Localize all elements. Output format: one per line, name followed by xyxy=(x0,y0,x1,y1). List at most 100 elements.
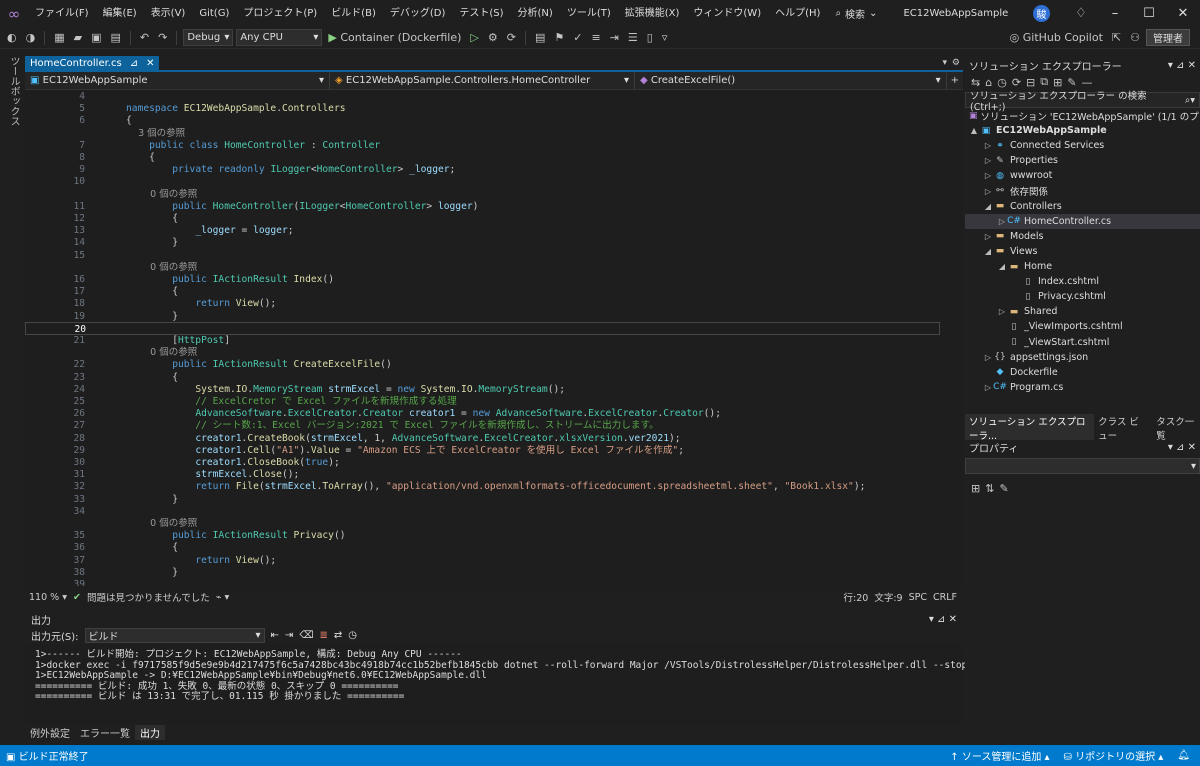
clock-icon[interactable]: ◷ xyxy=(348,630,357,641)
code-line[interactable]: 26 AdvanceSoftware.ExcelCreator.Creator … xyxy=(25,407,940,420)
code-line[interactable]: 0 個の参照 xyxy=(25,346,940,359)
goto-prev-icon[interactable]: ⇤ xyxy=(271,630,279,641)
expand-icon[interactable]: ▷ xyxy=(997,217,1007,226)
code-line[interactable]: 22 public IActionResult CreateExcelFile(… xyxy=(25,358,940,371)
code-line[interactable]: 25 // ExcelCretor で Excel ファイルを新規作成する処理 xyxy=(25,395,940,408)
properties-object-select[interactable]: ▾ xyxy=(965,458,1200,474)
codelens-reference[interactable]: 3 個の参照 xyxy=(126,127,185,140)
share-icon[interactable]: ⇱ xyxy=(1109,31,1124,44)
code-line[interactable]: 11 public HomeController(ILogger<HomeCon… xyxy=(25,200,940,213)
forward-icon[interactable]: ◑ xyxy=(23,31,39,44)
code-line[interactable]: 0 個の参照 xyxy=(25,261,940,274)
expand-icon[interactable]: ▷ xyxy=(983,156,993,165)
more-icon[interactable]: ▿ xyxy=(659,31,671,44)
avatar[interactable]: 駿 xyxy=(1033,5,1050,22)
undo-icon[interactable]: ↶ xyxy=(137,31,152,44)
notifications-icon[interactable]: 🔔︎ xyxy=(1177,750,1200,761)
nav-member-select[interactable]: ◆ CreateExcelFile() ▾ xyxy=(635,71,947,90)
code-line[interactable]: 30 creator1.CloseBook(true); xyxy=(25,456,940,469)
layout-icon[interactable]: ▤ xyxy=(532,31,548,44)
wrench-icon[interactable]: ✎ xyxy=(999,482,1008,495)
refresh-icon[interactable]: ⟳ xyxy=(504,31,519,44)
code-line[interactable]: 18 return View(); xyxy=(25,297,940,310)
code-line[interactable]: 33 } xyxy=(25,493,940,506)
code-line[interactable]: 4 xyxy=(25,90,940,103)
code-line[interactable]: 6{ xyxy=(25,114,940,127)
code-line[interactable]: 27 // シート数:1、Excel バージョン:2021 で Excel ファ… xyxy=(25,419,940,432)
code-line[interactable]: 17 { xyxy=(25,285,940,298)
menu-item[interactable]: Git(G) xyxy=(192,0,236,27)
expand-icon[interactable]: ◢ xyxy=(997,262,1007,271)
gear-icon[interactable]: ⚙ xyxy=(952,58,960,68)
solution-panel-tab[interactable]: クラス ビュー xyxy=(1094,414,1152,442)
output-source-select[interactable]: ビルド ▾ xyxy=(84,627,265,643)
panel-controls[interactable]: ▾ ⊿ ✕ xyxy=(929,614,957,625)
attach-icon[interactable]: ⚙ xyxy=(485,31,501,44)
menu-item[interactable]: ヘルプ(H) xyxy=(768,0,827,27)
code-line[interactable]: 31 strmExcel.Close(); xyxy=(25,468,940,481)
menu-item[interactable]: 表示(V) xyxy=(144,0,193,27)
menu-item[interactable]: 拡張機能(X) xyxy=(618,0,687,27)
bottom-tab[interactable]: エラー一覧 xyxy=(75,725,135,740)
code-line[interactable]: 8 { xyxy=(25,151,940,164)
save-icon[interactable]: ▣ xyxy=(88,31,104,44)
code-line[interactable]: 16 public IActionResult Index() xyxy=(25,273,940,286)
people-icon[interactable]: ⚇ xyxy=(1127,31,1143,44)
panel-controls[interactable]: ▾ ⊿ ✕ xyxy=(1168,442,1196,453)
code-line[interactable]: 28 creator1.CreateBook(strmExcel, 1, Adv… xyxy=(25,432,940,445)
codelens-reference[interactable]: 0 個の参照 xyxy=(126,517,197,530)
codelens-reference[interactable]: 0 個の参照 xyxy=(126,188,197,201)
tree-item[interactable]: ◆ Dockerfile xyxy=(965,365,1200,380)
nav-class-select[interactable]: ◈ EC12WebAppSample.Controllers.HomeContr… xyxy=(330,71,635,90)
menu-item[interactable]: デバッグ(D) xyxy=(383,0,453,27)
code-line[interactable]: 37 return View(); xyxy=(25,554,940,567)
tree-item[interactable]: ▷ ⚯ 依存関係 xyxy=(965,184,1200,199)
platform-select[interactable]: Any CPU ▾ xyxy=(236,29,323,46)
code-line[interactable]: 19 } xyxy=(25,310,940,323)
config-select[interactable]: Debug ▾ xyxy=(183,29,234,46)
new-project-icon[interactable]: ▦ xyxy=(51,31,67,44)
word-wrap-icon[interactable]: ⇄ xyxy=(334,630,342,641)
tree-item[interactable]: ▯ Index.cshtml xyxy=(965,274,1200,289)
solution-search-input[interactable]: ソリューション エクスプローラー の検索 (Ctrl+;) ⌕▾ xyxy=(965,91,1200,113)
feedback-icon[interactable]: ♢ xyxy=(1064,6,1098,21)
code-line[interactable]: 15 xyxy=(25,249,940,262)
minimize-button[interactable]: – xyxy=(1098,6,1132,21)
code-line[interactable]: 14 } xyxy=(25,236,940,249)
code-line[interactable]: 36 { xyxy=(25,541,940,554)
flag-icon[interactable]: ▯ xyxy=(644,31,656,44)
codelens-reference[interactable]: 0 個の参照 xyxy=(126,346,197,359)
code-line[interactable]: 9 private readonly ILogger<HomeControlle… xyxy=(25,163,940,176)
search-menu[interactable]: ⌕ 検索 ⌄ xyxy=(835,6,877,21)
indent-icon[interactable]: ⇥ xyxy=(607,31,622,44)
pin-icon[interactable]: ⊿ xyxy=(130,58,138,69)
code-line[interactable]: 34 xyxy=(25,505,940,518)
tree-item[interactable]: ▷ ◍ wwwroot xyxy=(965,168,1200,183)
open-folder-icon[interactable]: ▰ xyxy=(71,31,85,44)
brush-icon[interactable]: ⌁ ▾ xyxy=(216,592,230,603)
run-without-debug-icon[interactable]: ▷ xyxy=(467,31,481,44)
expand-icon[interactable]: ▷ xyxy=(983,187,993,196)
repo-button[interactable]: ⛁ リポジトリの選択 ▴ xyxy=(1064,748,1178,763)
spell-icon[interactable]: ✓ xyxy=(570,31,585,44)
bookmark-icon[interactable]: ⚑ xyxy=(551,31,567,44)
expand-icon[interactable]: ▷ xyxy=(983,141,993,150)
zoom-select[interactable]: 110 % ▾ xyxy=(25,592,67,603)
solution-panel-tab[interactable]: ソリューション エクスプローラ... xyxy=(965,414,1095,442)
close-icon[interactable]: ✕ xyxy=(146,58,154,69)
clear-all-icon[interactable]: ⌫ xyxy=(299,630,313,641)
categorized-icon[interactable]: ⊞ xyxy=(971,482,980,495)
line-ending[interactable]: CRLF xyxy=(933,592,963,603)
source-control-button[interactable]: ↑ ソース管理に追加 ▴ xyxy=(950,748,1063,763)
panel-controls[interactable]: ▾ ⊿ ✕ xyxy=(1168,60,1196,71)
menu-item[interactable]: プロジェクト(P) xyxy=(236,0,324,27)
close-button[interactable]: ✕ xyxy=(1166,6,1200,21)
tree-item[interactable]: ▷ C# HomeController.cs xyxy=(965,213,1200,229)
menu-item[interactable]: ツール(T) xyxy=(560,0,618,27)
menu-item[interactable]: 分析(N) xyxy=(511,0,560,27)
nav-project-select[interactable]: ▣ EC12WebAppSample ▾ xyxy=(25,71,330,90)
code-line[interactable]: 38 } xyxy=(25,566,940,579)
code-line[interactable]: 29 creator1.Cell("A1").Value = "Amazon E… xyxy=(25,444,940,457)
whitespace-mode[interactable]: SPC xyxy=(909,592,927,603)
tree-item[interactable]: ▷ C# Program.cs xyxy=(965,380,1200,395)
